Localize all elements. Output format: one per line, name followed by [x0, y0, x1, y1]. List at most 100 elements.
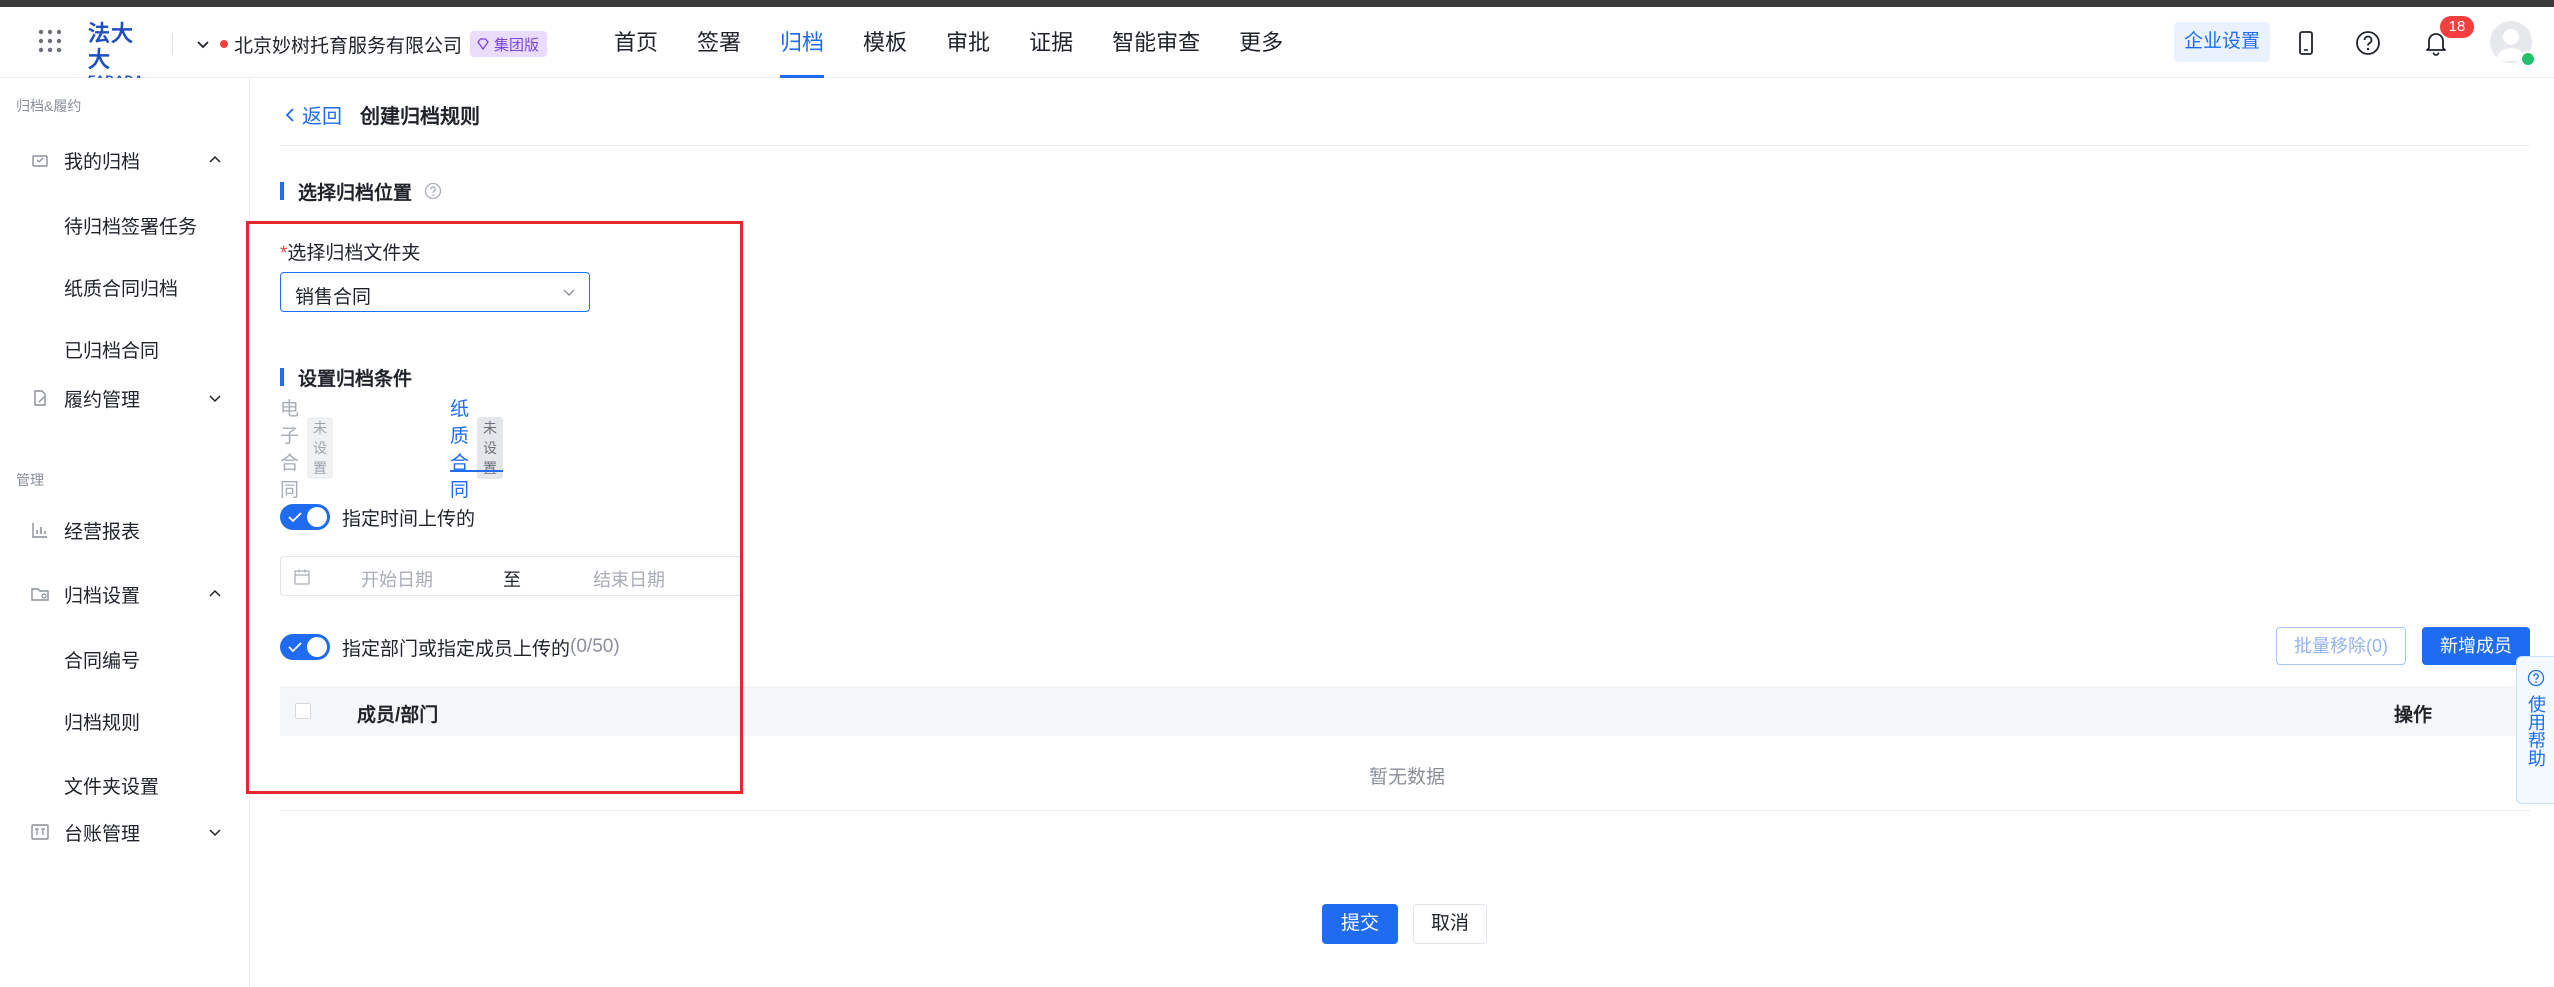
help-float-button[interactable]: 使用帮助: [2516, 656, 2554, 804]
chevron-up-icon: [209, 589, 221, 597]
calendar-icon: [294, 569, 310, 585]
sidebar-item-label: 履约管理: [64, 389, 141, 411]
batch-remove-button[interactable]: 批量移除(0): [2276, 627, 2406, 665]
nav-home[interactable]: 首页: [614, 7, 658, 78]
section-archive-location: 选择归档位置: [280, 180, 442, 204]
ledger-icon: [31, 824, 49, 840]
nav-more[interactable]: 更多: [1239, 7, 1283, 78]
column-header-action: 操作: [2394, 705, 2433, 726]
question-icon[interactable]: [424, 182, 442, 200]
sidebar-item-my-archive[interactable]: 我的归档: [0, 140, 250, 180]
archive-folder-select[interactable]: 销售合同: [280, 272, 590, 312]
archive-folder-value: 销售合同: [295, 287, 372, 308]
apps-grid-icon[interactable]: [36, 27, 64, 55]
tab-electronic-contract[interactable]: 电子合同 未设置: [280, 399, 334, 501]
sidebar-item-ledger[interactable]: 台账管理: [0, 812, 250, 852]
tab-paper-contract[interactable]: 纸质合同 未设置: [450, 399, 504, 501]
enterprise-settings-button[interactable]: 企业设置: [2174, 22, 2270, 62]
sidebar-item-pending-sign-tasks[interactable]: 待归档签署任务: [64, 212, 197, 239]
chevron-up-icon: [209, 155, 221, 163]
select-all-checkbox[interactable]: [295, 703, 311, 719]
logo-text: 法大大: [88, 21, 135, 72]
sidebar-item-contract-number[interactable]: 合同编号: [64, 646, 140, 673]
sidebar-section-archive: 归档&履约: [16, 98, 82, 114]
empty-state: 暂无数据: [1369, 767, 1446, 788]
toggle-row-time: 指定时间上传的: [280, 503, 475, 531]
nav-archive[interactable]: 归档: [780, 7, 825, 78]
chevron-down-icon: [563, 289, 575, 296]
section-archive-conditions: 设置归档条件: [280, 366, 413, 390]
add-member-button[interactable]: 新增成员: [2422, 627, 2530, 665]
top-header: 法大大 FADADA 北京妙树托育服务有限公司 集团版 首页 签署 归档 模板 …: [0, 7, 2554, 87]
chevron-left-icon: [285, 107, 294, 122]
section-title: 设置归档条件: [298, 368, 413, 390]
sidebar-item-label: 经营报表: [64, 521, 141, 543]
top-strip: [0, 0, 2554, 7]
end-date-input[interactable]: 结束日期: [593, 566, 665, 592]
check-icon: [288, 642, 302, 653]
member-upload-toggle[interactable]: [280, 634, 330, 660]
chevron-down-icon: [209, 395, 221, 403]
help-circle-icon[interactable]: [2354, 29, 2382, 57]
org-status-dot: [220, 40, 228, 48]
sidebar-item-archive-settings[interactable]: 归档设置: [0, 574, 250, 614]
time-upload-toggle[interactable]: [280, 504, 330, 530]
sidebar-item-archive-rules[interactable]: 归档规则: [64, 708, 140, 735]
verified-badge: [2520, 51, 2536, 67]
member-count: (0/50): [570, 636, 620, 657]
org-name: 北京妙树托育服务有限公司: [234, 35, 463, 57]
edition-badge: 集团版: [470, 31, 548, 57]
tab-label: 电子合同: [280, 399, 300, 501]
folder-field-label: *选择归档文件夹: [280, 238, 420, 265]
date-range-picker[interactable]: 开始日期 至 结束日期: [280, 556, 740, 596]
notification-badge: 18: [2440, 16, 2474, 38]
start-date-input[interactable]: 开始日期: [361, 566, 433, 592]
chevron-down-icon: [209, 829, 221, 837]
help-label: 使用帮助: [2526, 695, 2546, 767]
sidebar-item-folder-settings[interactable]: 文件夹设置: [64, 772, 159, 799]
check-icon: [288, 512, 302, 523]
sidebar: 归档&履约 我的归档 待归档签署任务 纸质合同归档 已归档合同 履约管理 管理 …: [0, 78, 250, 987]
bar-chart-icon: [32, 523, 47, 538]
column-header-member: 成员/部门: [357, 705, 439, 726]
document-edit-icon: [34, 390, 46, 406]
chevron-down-icon: [197, 41, 209, 49]
edition-badge-label: 集团版: [494, 36, 540, 54]
nav-sign[interactable]: 签署: [697, 7, 741, 78]
nav-approval[interactable]: 审批: [946, 7, 990, 78]
sidebar-section-manage: 管理: [16, 472, 44, 488]
question-icon: [2527, 669, 2545, 687]
tab-label: 纸质合同: [450, 399, 470, 501]
section-marker: [280, 368, 284, 386]
folder-settings-icon: [31, 588, 49, 601]
section-title: 选择归档位置: [298, 182, 413, 204]
fadada-logo[interactable]: 法大大 FADADA: [88, 21, 152, 87]
archive-box-icon: [32, 155, 48, 167]
sidebar-item-performance[interactable]: 履约管理: [0, 378, 250, 418]
sidebar-item-archived-contracts[interactable]: 已归档合同: [64, 336, 159, 363]
nav-smart-review[interactable]: 智能审查: [1112, 7, 1200, 78]
folder-field-label-text: 选择归档文件夹: [287, 243, 421, 264]
sidebar-item-reports[interactable]: 经营报表: [0, 510, 250, 550]
back-link-label: 返回: [302, 106, 342, 128]
nav-template[interactable]: 模板: [863, 7, 907, 78]
cancel-button[interactable]: 取消: [1413, 904, 1487, 944]
toggle-label: 指定时间上传的: [342, 508, 476, 530]
header-divider: [172, 33, 173, 55]
toggle-label: 指定部门或指定成员上传的: [342, 638, 571, 660]
main-nav: 首页 签署 归档 模板 审批 证据 智能审查 更多: [614, 7, 1322, 78]
sidebar-item-label: 归档设置: [64, 585, 141, 607]
page-title: 创建归档规则: [360, 106, 480, 128]
section-marker: [280, 182, 284, 200]
status-badge: 未设置: [477, 417, 504, 479]
members-table-header: 成员/部门 操作: [280, 686, 2530, 736]
back-link[interactable]: 返回: [282, 100, 342, 129]
nav-evidence[interactable]: 证据: [1029, 7, 1073, 78]
sidebar-item-paper-archive[interactable]: 纸质合同归档: [64, 274, 178, 301]
diamond-icon: [477, 38, 489, 51]
table-divider: [280, 810, 2530, 811]
mobile-icon[interactable]: [2292, 29, 2320, 57]
toggle-row-members: 指定部门或指定成员上传的 (0/50): [280, 633, 620, 661]
submit-button[interactable]: 提交: [1322, 904, 1398, 944]
org-switcher[interactable]: 北京妙树托育服务有限公司 集团版: [194, 31, 548, 57]
